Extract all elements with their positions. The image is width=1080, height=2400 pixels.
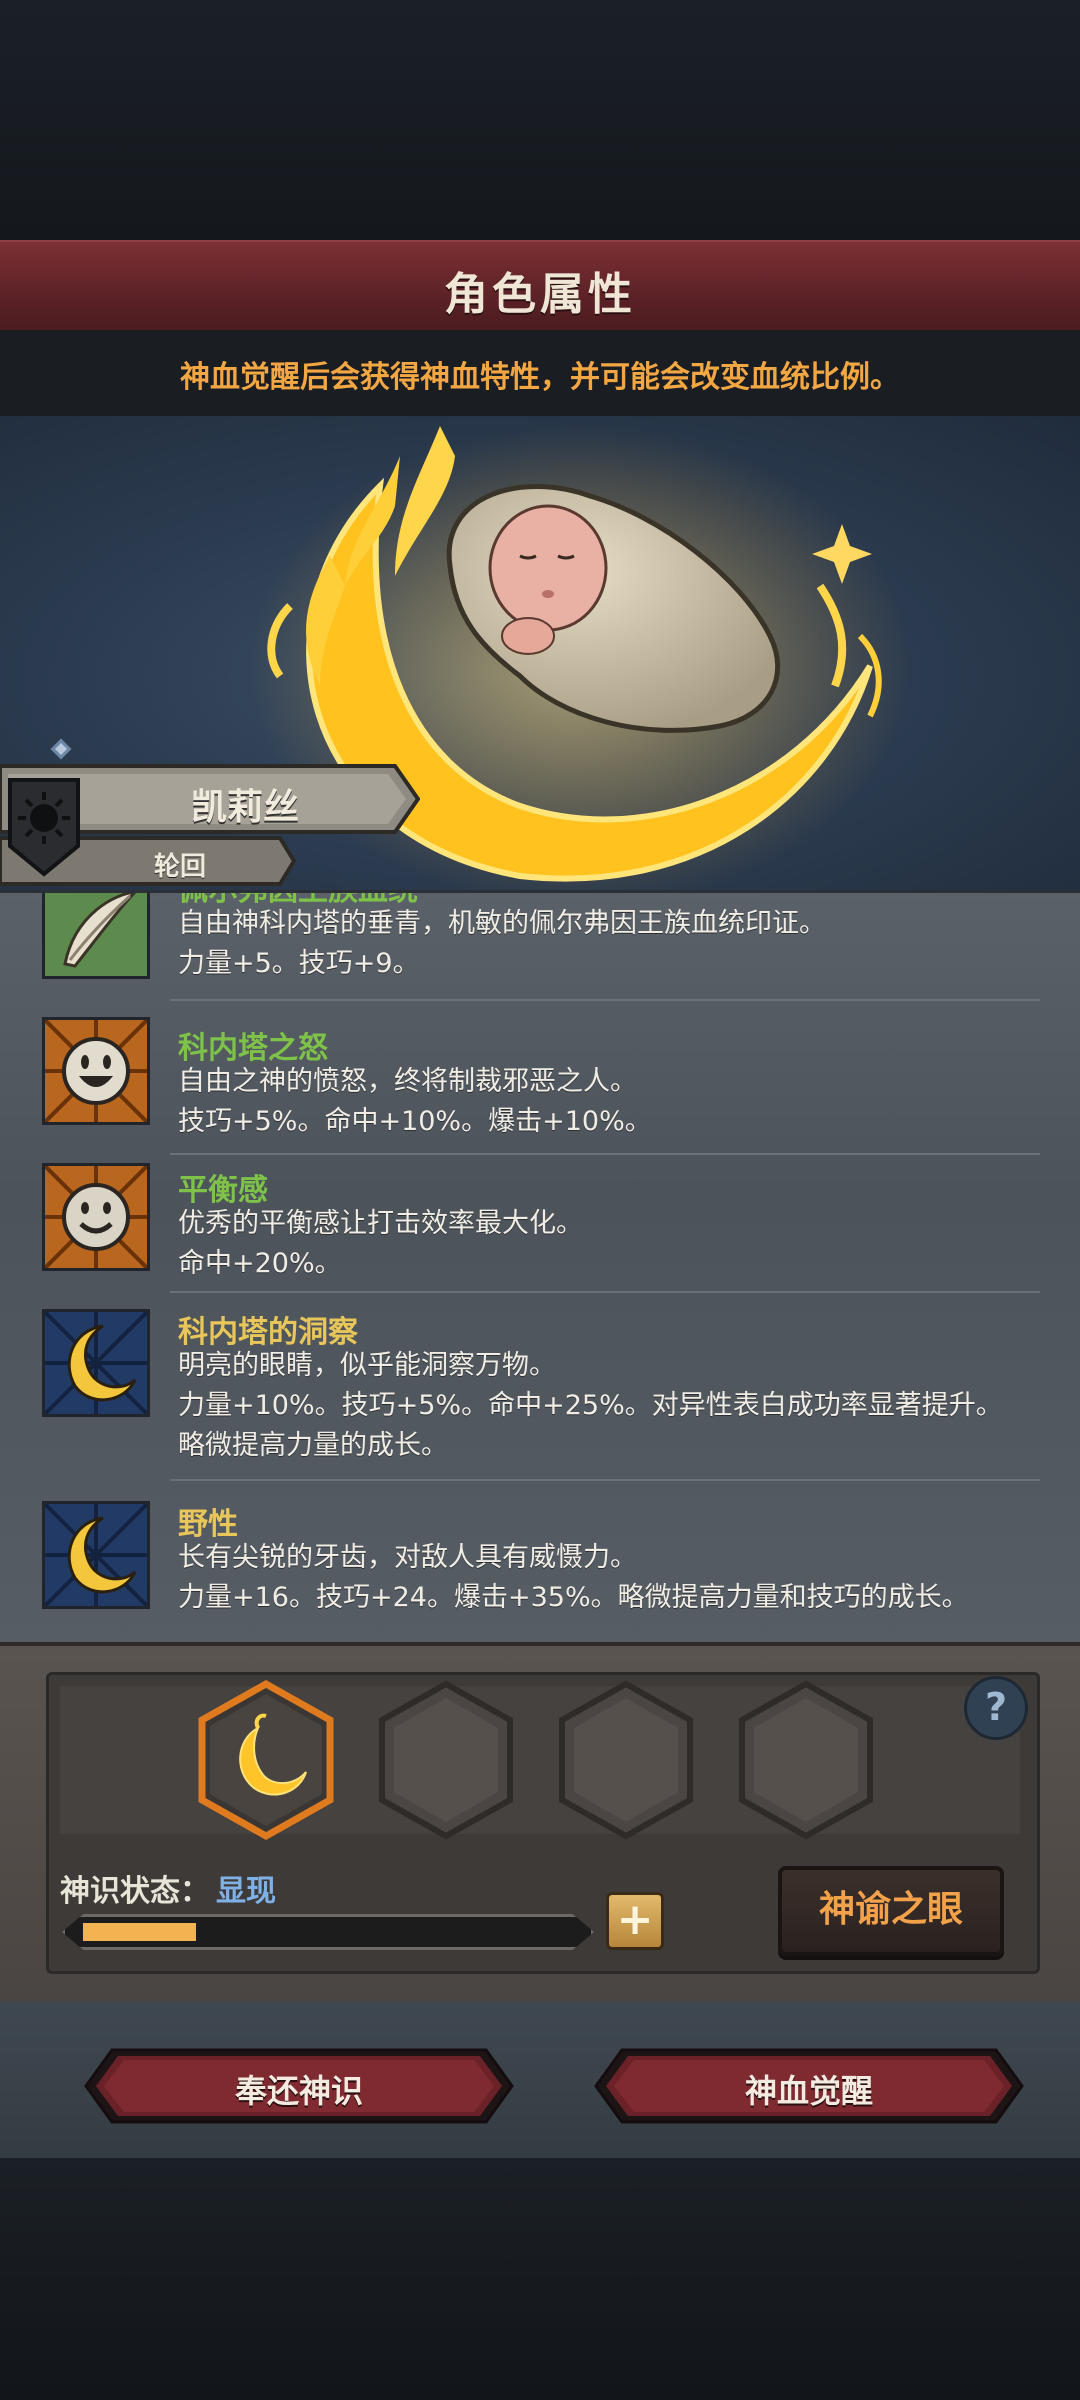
feather-icon [42, 893, 150, 979]
status-label: 神识状态： [60, 1874, 210, 1909]
awaken-button[interactable]: 神血觉醒 [594, 2048, 1024, 2124]
return-button[interactable]: 奉还神识 [84, 2048, 514, 2124]
subtitle-bar: 神血觉醒后会获得神血特性，并可能会改变血统比例。 [0, 330, 1080, 416]
trait-stats: 技巧+5%。命中+10%。爆击+10%。 [178, 1106, 652, 1137]
trait-stats: 命中+20%。 [178, 1248, 342, 1279]
divider [170, 1153, 1040, 1155]
trait-description: 长有尖锐的牙齿，对敌人具有威慑力。 [178, 1542, 637, 1573]
status-value: 显现 [216, 1874, 276, 1909]
progress-fill [83, 1923, 196, 1941]
trait-description: 自由之神的愤怒，终将制裁邪恶之人。 [178, 1066, 637, 1097]
bottom-background [0, 2158, 1080, 2400]
trait-description: 自由神科内塔的垂青，机敏的佩尔弗因王族血统印证。 [178, 908, 826, 939]
subtitle-text: 神血觉醒后会获得神血特性，并可能会改变血统比例。 [180, 360, 900, 395]
divine-slot-filled[interactable] [196, 1680, 336, 1840]
return-button-label: 奉还神识 [234, 2072, 363, 2110]
divine-slot-empty[interactable] [376, 1680, 516, 1840]
laughing-face-icon [42, 1017, 150, 1125]
awaken-button-label: 神血觉醒 [744, 2072, 873, 2110]
baby-face [488, 504, 608, 632]
trait-list[interactable]: 佩尔弗因王族血统 自由神科内塔的垂青，机敏的佩尔弗因王族血统印证。 力量+5。技… [0, 890, 1080, 1645]
plus-button[interactable]: + [606, 1892, 664, 1950]
header-banner: 角色属性 [0, 240, 1080, 330]
divider [170, 1479, 1040, 1481]
oracle-eye-button[interactable]: 神谕之眼 [778, 1866, 1004, 1956]
trait-description: 优秀的平衡感让打击效率最大化。 [178, 1208, 583, 1239]
trait-stats: 力量+10%。技巧+5%。命中+25%。对异性表白成功率显著提升。 [178, 1390, 1003, 1421]
rank-diamond-icon [48, 736, 74, 762]
character-name: 凯莉丝 [190, 787, 299, 828]
trait-stats: 力量+5。技巧+9。 [178, 948, 420, 979]
sun-shield-icon [8, 778, 80, 877]
smiling-face-icon [42, 1163, 150, 1271]
help-button[interactable]: ? [964, 1676, 1028, 1740]
crescent-moon-icon [42, 1501, 150, 1609]
divider [170, 999, 1040, 1001]
divider [170, 1291, 1040, 1293]
trait-stats: 力量+16。技巧+24。爆击+35%。略微提高力量和技巧的成长。 [178, 1582, 969, 1613]
divine-slot-empty[interactable] [556, 1680, 696, 1840]
trait-description: 明亮的眼睛，似乎能洞察万物。 [178, 1350, 556, 1381]
page-title: 角色属性 [444, 269, 636, 320]
crescent-moon-icon [42, 1309, 150, 1417]
character-status: 轮回 [153, 852, 206, 882]
top-background [0, 0, 1080, 240]
trait-growth: 略微提高力量的成长。 [178, 1430, 448, 1461]
divine-progress-bar [62, 1914, 594, 1950]
divine-slot-empty[interactable] [736, 1680, 876, 1840]
